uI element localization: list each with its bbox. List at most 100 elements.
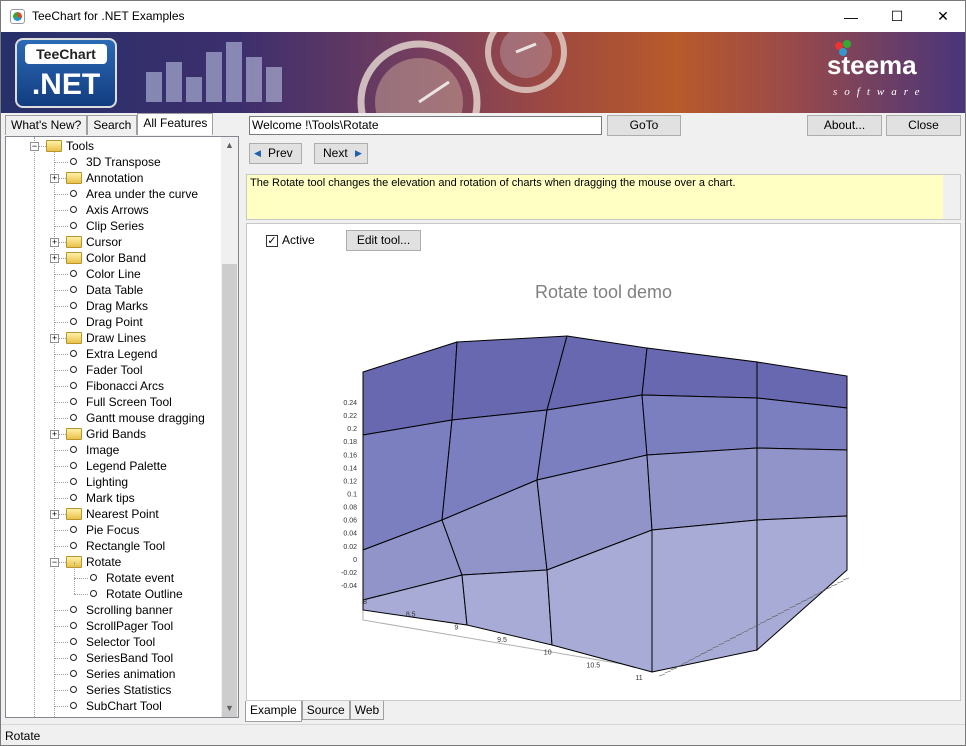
tree-guide-line [54, 642, 68, 643]
tree-item-scrollpager-tool[interactable]: ScrollPager Tool [86, 618, 173, 634]
scrollbar-thumb[interactable] [222, 264, 237, 717]
tree-item-drag-marks[interactable]: Drag Marks [86, 298, 148, 314]
prev-button[interactable]: ◀ Prev [249, 143, 302, 164]
tree-guide-line [54, 306, 68, 307]
y-tick-label: -0.04 [341, 583, 357, 590]
tree-item-image[interactable]: Image [86, 442, 119, 458]
tree-item-fibonacci-arcs[interactable]: Fibonacci Arcs [86, 378, 164, 394]
description-box[interactable]: The Rotate tool changes the elevation an… [246, 174, 961, 220]
tree-item-color-line[interactable]: Color Line [86, 266, 141, 282]
tree-item-grid-bands[interactable]: Grid Bands [86, 426, 146, 442]
header-banner: TeeChart .NET steema software [1, 32, 965, 113]
folder-icon [66, 236, 82, 248]
app-icon[interactable] [10, 9, 25, 24]
maximize-button[interactable]: ☐ [874, 1, 920, 32]
tree-item-tools[interactable]: Tools [66, 138, 94, 154]
edit-tool-button[interactable]: Edit tool... [346, 230, 421, 251]
tree-item-clip-series[interactable]: Clip Series [86, 218, 144, 234]
tab-source[interactable]: Source [301, 701, 350, 720]
tree-item-draw-lines[interactable]: Draw Lines [86, 330, 146, 346]
surface-patch [756, 515, 848, 652]
leaf-node-icon [70, 670, 77, 677]
expander-icon[interactable]: + [50, 174, 59, 183]
teechart-logo: TeeChart .NET [15, 38, 117, 108]
surface-chart[interactable]: 0.24 0.22 0.2 0.18 0.16 0.14 0.12 0.1 0.08 0.06 0.… [247, 280, 960, 700]
tree-item-pie-focus[interactable]: Pie Focus [86, 522, 139, 538]
tree-item-annotation[interactable]: Annotation [86, 170, 143, 186]
tree-item-selector-tool[interactable]: Selector Tool [86, 634, 155, 650]
tree-item-drag-point[interactable]: Drag Point [86, 314, 143, 330]
expander-icon[interactable]: + [50, 510, 59, 519]
tree-item-rotate-event[interactable]: Rotate event [106, 570, 174, 586]
tree-guide-line [54, 450, 68, 451]
scroll-up-icon[interactable]: ▲ [221, 137, 238, 154]
y-tick-label: 0.16 [343, 452, 357, 459]
leaf-node-icon [70, 222, 77, 229]
tree-item-extra-legend[interactable]: Extra Legend [86, 346, 157, 362]
z-tick-mark [837, 580, 844, 584]
tree-item-rotate[interactable]: Rotate [86, 554, 121, 570]
leaf-node-icon [70, 542, 77, 549]
tree-item-seriesband-tool[interactable]: SeriesBand Tool [86, 650, 173, 666]
tree-item-legend-palette[interactable]: Legend Palette [86, 458, 167, 474]
scroll-down-icon[interactable]: ▼ [221, 700, 238, 717]
y-tick-label: 0.06 [343, 518, 357, 525]
tree-item-full-screen-tool[interactable]: Full Screen Tool [86, 394, 172, 410]
tree-item-scrolling-banner[interactable]: Scrolling banner [86, 602, 173, 618]
close-window-button[interactable]: ✕ [920, 1, 966, 32]
tree-item-data-table[interactable]: Data Table [86, 282, 143, 298]
tree-guide-line [54, 194, 68, 195]
feature-tree[interactable]: − Tools 3D Transpose + Annotation Area under … [5, 136, 239, 718]
about-button[interactable]: About... [807, 115, 882, 136]
tree-guide-line [54, 290, 68, 291]
expander-icon[interactable]: + [50, 238, 59, 247]
tab-search[interactable]: Search [87, 115, 138, 135]
tree-guide-line [74, 562, 75, 578]
path-input[interactable]: Welcome !\Tools\Rotate [249, 116, 602, 135]
expander-icon[interactable]: + [50, 430, 59, 439]
leaf-node-icon [70, 686, 77, 693]
tab-web[interactable]: Web [349, 701, 385, 720]
expander-icon[interactable]: − [50, 558, 59, 567]
folder-icon [66, 252, 82, 264]
tree-item-subchart-tool[interactable]: SubChart Tool [86, 698, 162, 714]
tree-item-mark-tips[interactable]: Mark tips [86, 490, 135, 506]
next-button[interactable]: Next ▶ [314, 143, 368, 164]
tree-item-gantt-mouse-dragging[interactable]: Gantt mouse dragging [86, 410, 205, 426]
close-button[interactable]: Close [886, 115, 961, 136]
tree-item-lighting[interactable]: Lighting [86, 474, 128, 490]
leaf-node-icon [70, 270, 77, 277]
minimize-button[interactable]: — [828, 1, 874, 32]
tree-item-rotate-outline[interactable]: Rotate Outline [106, 586, 183, 602]
tab-example[interactable]: Example [245, 701, 302, 722]
tree-item-series-statistics[interactable]: Series Statistics [86, 682, 171, 698]
tab-all-features[interactable]: All Features [137, 113, 214, 135]
tree-guide-line [74, 594, 88, 595]
tree-item-cursor[interactable]: Cursor [86, 234, 122, 250]
example-panel: ✓ Active Edit tool... Rotate tool demo 0… [246, 223, 961, 701]
tab-whats-new[interactable]: What's New? [5, 115, 88, 135]
tree-item-nearest-point[interactable]: Nearest Point [86, 506, 159, 522]
tree-scrollbar[interactable]: ▲ ▼ [221, 137, 238, 717]
tree-item-color-band[interactable]: Color Band [86, 250, 146, 266]
expander-icon[interactable]: − [30, 142, 39, 151]
tree-item-fader-tool[interactable]: Fader Tool [86, 362, 142, 378]
tree-item-series-animation[interactable]: Series animation [86, 666, 175, 682]
expander-icon[interactable]: + [50, 254, 59, 263]
surface-patch [461, 569, 553, 646]
tree-item-axis-arrows[interactable]: Axis Arrows [86, 202, 149, 218]
goto-button[interactable]: GoTo [607, 115, 681, 136]
tree-item-rectangle-tool[interactable]: Rectangle Tool [86, 538, 165, 554]
tree-guide-line [54, 370, 68, 371]
expander-icon[interactable]: + [50, 334, 59, 343]
description-scrollbar[interactable] [943, 175, 960, 219]
active-checkbox[interactable]: ✓ [266, 235, 278, 247]
active-label: Active [282, 233, 315, 247]
tree-item-3d-transpose[interactable]: 3D Transpose [86, 154, 161, 170]
leaf-node-icon [90, 590, 97, 597]
tree-guide-line [54, 674, 68, 675]
leaf-node-icon [70, 638, 77, 645]
surface-patch [651, 519, 758, 673]
leaf-node-icon [70, 206, 77, 213]
tree-item-area-under-the-curve[interactable]: Area under the curve [86, 186, 198, 202]
